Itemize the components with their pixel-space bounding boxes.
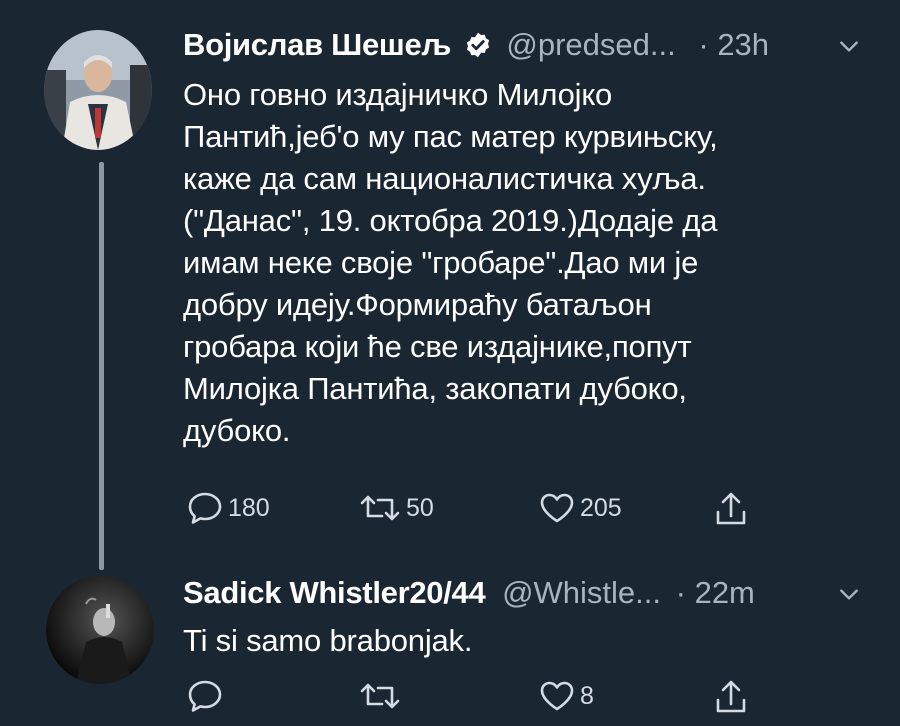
reply-icon <box>188 492 222 524</box>
like-button[interactable]: 205 <box>538 490 622 526</box>
separator-dot: · <box>698 27 709 62</box>
heart-icon <box>540 681 574 711</box>
chevron-down-icon[interactable] <box>838 36 860 58</box>
like-button[interactable]: 8 <box>538 678 594 714</box>
timestamp[interactable]: 23h <box>717 27 769 62</box>
retweet-button[interactable]: 50 <box>358 490 434 526</box>
reply-icon <box>188 680 222 712</box>
retweet-icon <box>360 495 400 521</box>
author-handle[interactable]: @Whistle... <box>502 575 661 610</box>
tweet-1[interactable]: Војислав Шешељ @predsed... · 23h Оно гов… <box>0 0 900 560</box>
tweet-2[interactable]: Sadick Whistler20/44 @Whistle... · 22m T… <box>0 560 900 726</box>
chevron-down-icon[interactable] <box>838 584 860 606</box>
avatar[interactable] <box>46 576 154 684</box>
tweet-actions: 8 <box>183 678 783 718</box>
avatar-photo <box>46 576 154 684</box>
avatar-photo <box>44 30 152 150</box>
avatar[interactable] <box>44 30 152 150</box>
verified-badge-icon <box>466 32 489 58</box>
share-icon <box>716 680 746 713</box>
tweet-header: Војислав Шешељ @predsed... · 23h <box>183 27 769 63</box>
like-count: 205 <box>580 493 622 522</box>
author-name[interactable]: Sadick Whistler20/44 <box>183 575 486 610</box>
reply-count: 180 <box>228 493 270 522</box>
share-button[interactable] <box>713 490 749 528</box>
retweet-icon <box>360 683 400 709</box>
reply-button[interactable]: 180 <box>186 490 270 526</box>
share-icon <box>716 492 746 525</box>
retweet-button[interactable] <box>358 678 406 714</box>
retweet-count: 50 <box>406 493 434 522</box>
timestamp[interactable]: 22m <box>695 575 755 610</box>
separator-dot: · <box>675 575 686 610</box>
reply-button[interactable] <box>186 678 228 714</box>
tweet-header: Sadick Whistler20/44 @Whistle... · 22m <box>183 575 755 611</box>
author-handle[interactable]: @predsed... <box>506 27 675 62</box>
like-count: 8 <box>580 681 594 710</box>
tweet-text: Ti si samo brabonjak. <box>183 623 473 658</box>
heart-icon <box>540 493 574 523</box>
share-button[interactable] <box>713 678 749 716</box>
author-name[interactable]: Војислав Шешељ <box>183 27 451 62</box>
tweet-actions: 180 50 205 <box>183 490 783 530</box>
tweet-text: Оно говно издајничко Милојко Пантић,јеб'… <box>183 77 718 448</box>
